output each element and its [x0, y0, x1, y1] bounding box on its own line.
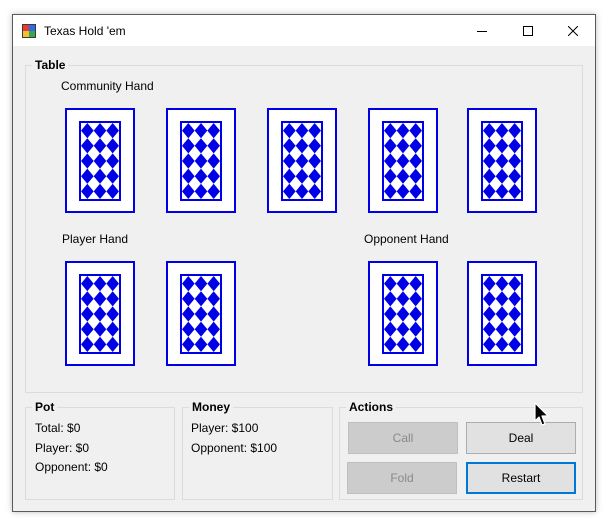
actions-title: Actions — [346, 400, 397, 414]
pot-group: Pot Total: $0 Player: $0 Opponent: $0 — [25, 400, 175, 500]
table-title: Table — [32, 58, 69, 72]
money-group: Money Player: $100 Opponent: $100 — [182, 400, 333, 500]
card-back-pattern — [180, 121, 222, 201]
player-card-1 — [65, 261, 135, 366]
community-card-5 — [467, 108, 537, 213]
community-hand-label: Community Hand — [61, 79, 154, 93]
card-back-pattern — [281, 121, 323, 201]
deal-button[interactable]: Deal — [466, 422, 576, 454]
community-card-4 — [368, 108, 438, 213]
player-card-2 — [166, 261, 236, 366]
player-hand-label: Player Hand — [62, 232, 129, 246]
pot-opponent: Opponent: $0 — [35, 460, 108, 474]
card-back-pattern — [79, 121, 121, 201]
community-card-3 — [267, 108, 337, 213]
money-title: Money — [189, 400, 234, 414]
call-button[interactable]: Call — [348, 422, 458, 454]
money-player: Player: $100 — [191, 421, 259, 435]
app-icon — [22, 24, 36, 38]
card-back-pattern — [79, 274, 121, 354]
community-card-2 — [166, 108, 236, 213]
fold-button[interactable]: Fold — [347, 462, 457, 494]
pot-player: Player: $0 — [35, 441, 90, 455]
restart-button[interactable]: Restart — [466, 462, 576, 494]
title-bar[interactable]: Texas Hold 'em — [13, 15, 595, 46]
opponent-card-1 — [368, 261, 438, 366]
opponent-hand-label: Opponent Hand — [364, 232, 449, 246]
community-card-1 — [65, 108, 135, 213]
close-icon — [568, 25, 578, 36]
card-back-pattern — [180, 274, 222, 354]
pot-title: Pot — [32, 400, 58, 414]
card-back-pattern — [382, 274, 424, 354]
money-opponent: Opponent: $100 — [191, 441, 278, 455]
minimize-icon — [477, 30, 487, 32]
opponent-card-2 — [467, 261, 537, 366]
maximize-button[interactable] — [505, 15, 551, 46]
minimize-button[interactable] — [459, 15, 505, 46]
maximize-icon — [523, 25, 533, 36]
table-group: Table Community Hand Player Hand Opponen… — [25, 58, 583, 393]
app-window: Texas Hold 'em Table Community Hand Play… — [12, 14, 596, 512]
card-back-pattern — [481, 121, 523, 201]
mouse-cursor-icon — [534, 402, 549, 426]
close-button[interactable] — [550, 15, 596, 46]
window-title: Texas Hold 'em — [44, 24, 126, 38]
pot-total: Total: $0 — [35, 421, 81, 435]
card-back-pattern — [382, 121, 424, 201]
card-back-pattern — [481, 274, 523, 354]
